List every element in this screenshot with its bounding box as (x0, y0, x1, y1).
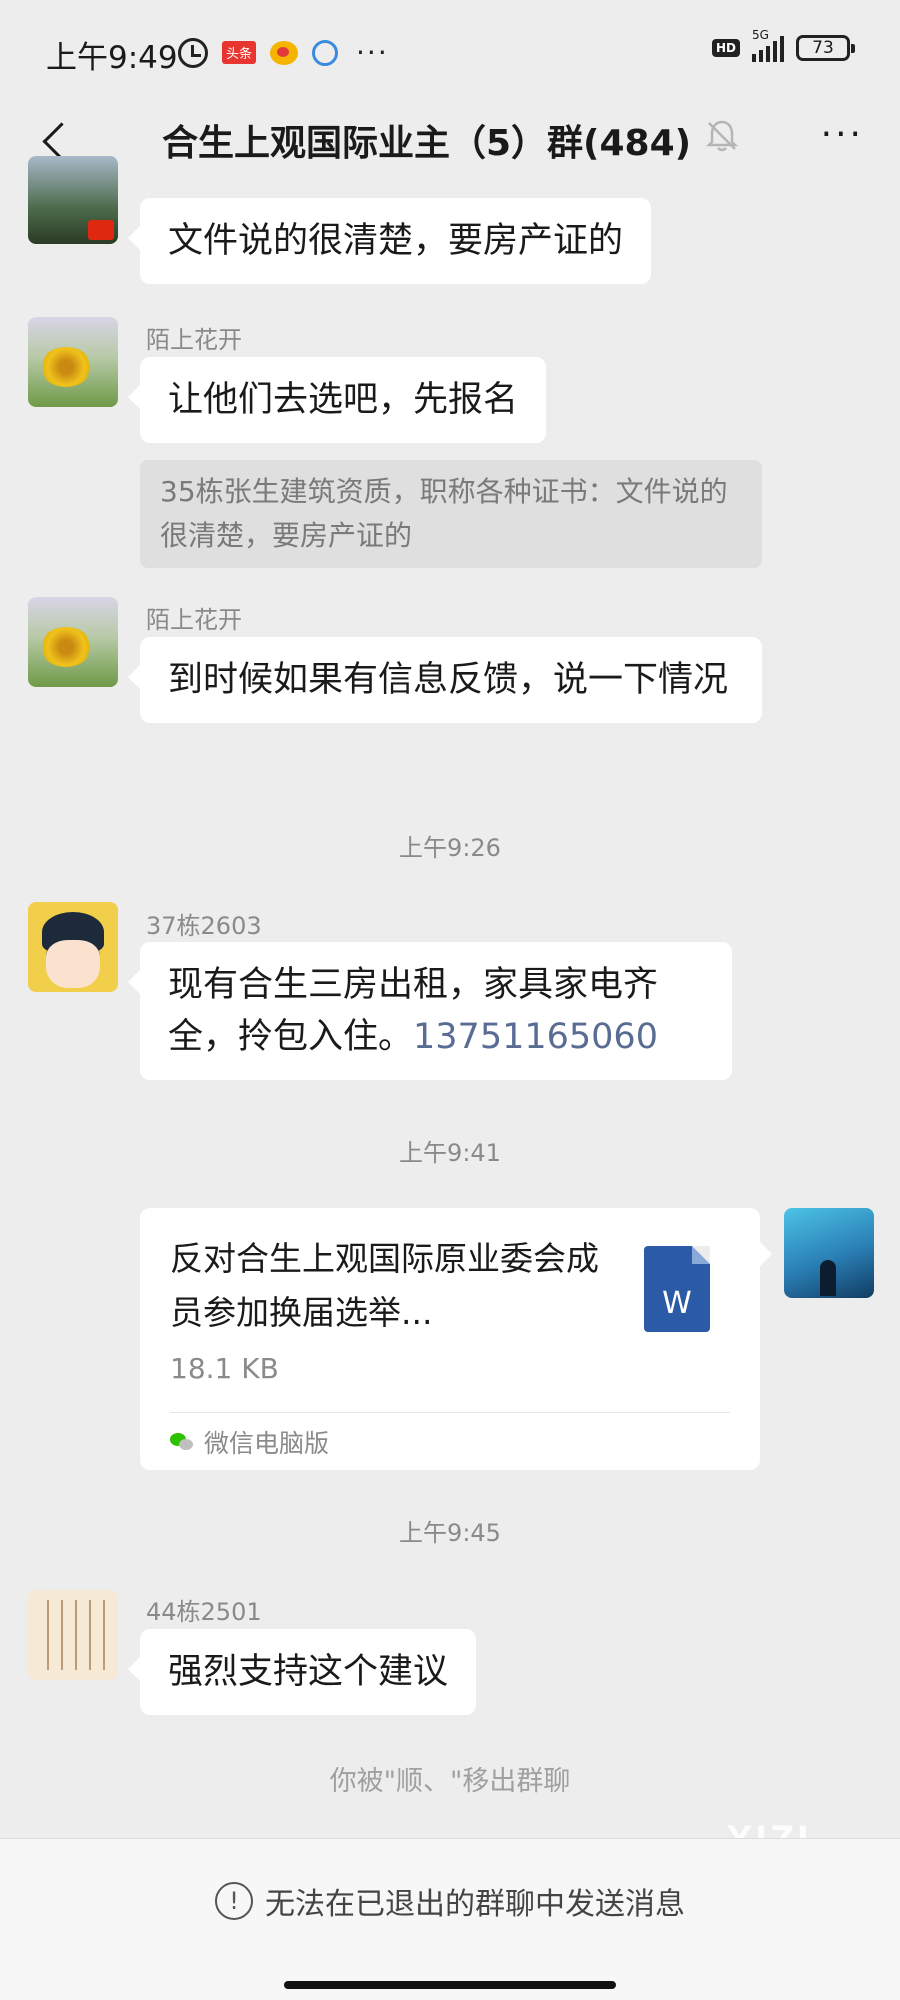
file-source: 微信电脑版 (170, 1424, 329, 1460)
message-text: 让他们去选吧，先报名 (168, 380, 519, 420)
home-indicator[interactable] (284, 1981, 616, 1989)
message-bubble[interactable]: 强烈支持这个建议 (127, 1629, 477, 1715)
sender-name: 44栋2501 (146, 1598, 262, 1626)
message-text: 强烈支持这个建议 (168, 1652, 449, 1692)
weibo-icon (270, 40, 299, 65)
network-type: 5G (752, 28, 769, 42)
status-time: 上午9:49 (46, 40, 178, 76)
battery-icon: 73 (796, 35, 855, 61)
word-icon-letter: W (662, 1286, 692, 1321)
bottom-notice-bar: ! 无法在已退出的群聊中发送消息 (0, 1838, 900, 2000)
sender-name: 陌上花开 (146, 326, 242, 354)
notification-icons: 头条 ··· (178, 36, 389, 69)
status-bar: 上午9:49 头条 ··· HD 5G 73 (0, 0, 900, 100)
avatar[interactable] (28, 902, 118, 992)
message-text: 到时候如果有信息反馈，说一下情况 (168, 660, 729, 700)
phone-link[interactable]: 13751165060 (413, 1017, 658, 1057)
china-flag-icon (88, 220, 114, 240)
alert-circle-icon: ! (215, 1882, 253, 1920)
quote-text: 35栋张生建筑资质，职称各种证书：文件说的很清楚，要房产证的 (160, 475, 728, 552)
system-message: 你被"顺、"移出群聊 (329, 1766, 571, 1797)
file-name: 反对合生上观国际原业委会成员参加换届选举... (170, 1239, 599, 1332)
my-avatar[interactable] (784, 1208, 874, 1298)
file-source-label: 微信电脑版 (204, 1429, 330, 1458)
sender-name: 陌上花开 (146, 606, 242, 634)
message-bubble[interactable]: 到时候如果有信息反馈，说一下情况 (128, 637, 762, 723)
sender-name: 37栋2603 (146, 912, 262, 940)
file-size: 18.1 KB (170, 1352, 279, 1385)
more-options-icon[interactable]: ··· (821, 114, 864, 155)
chat-header: 合生上观国际业主（5）群(484) ··· (0, 100, 900, 186)
timestamp: 上午9:26 (399, 834, 501, 862)
message-text: 文件说的很清楚，要房产证的 (168, 221, 624, 261)
timestamp: 上午9:45 (399, 1519, 501, 1547)
chat-title: 合生上观国际业主（5）群(484) (162, 123, 692, 164)
toutiao-icon: 头条 (222, 41, 257, 64)
alarm-icon (178, 37, 208, 68)
quoted-message[interactable]: 35栋张生建筑资质，职称各种证书：文件说的很清楚，要房产证的 (140, 460, 762, 568)
avatar[interactable] (28, 1590, 118, 1680)
muted-bell-icon (705, 120, 739, 152)
file-message-card[interactable]: 反对合生上观国际原业委会成员参加换届选举... 18.1 KB W 微信电脑版 (140, 1208, 772, 1470)
timestamp: 上午9:41 (399, 1139, 501, 1167)
notice-text: 无法在已退出的群聊中发送消息 (265, 1887, 685, 1922)
divider (170, 1412, 730, 1413)
word-document-icon: W (644, 1246, 710, 1332)
avatar[interactable] (28, 317, 118, 407)
wechat-icon (170, 1433, 194, 1451)
signal-icon: 5G (752, 28, 784, 62)
system-indicators: HD 5G 73 (711, 28, 855, 62)
chat-bubble-icon (312, 39, 339, 66)
message-bubble[interactable]: 让他们去选吧，先报名 (127, 357, 547, 443)
message-bubble[interactable]: 现有合生三房出租，家具家电齐全，拎包入住。13751165060 (128, 942, 732, 1080)
hd-voice-icon: HD (711, 39, 740, 57)
more-notifications-icon: ··· (356, 36, 389, 69)
message-bubble[interactable]: 文件说的很清楚，要房产证的 (127, 198, 652, 284)
avatar[interactable] (28, 597, 118, 687)
exit-notice: ! 无法在已退出的群聊中发送消息 (0, 1879, 900, 1923)
